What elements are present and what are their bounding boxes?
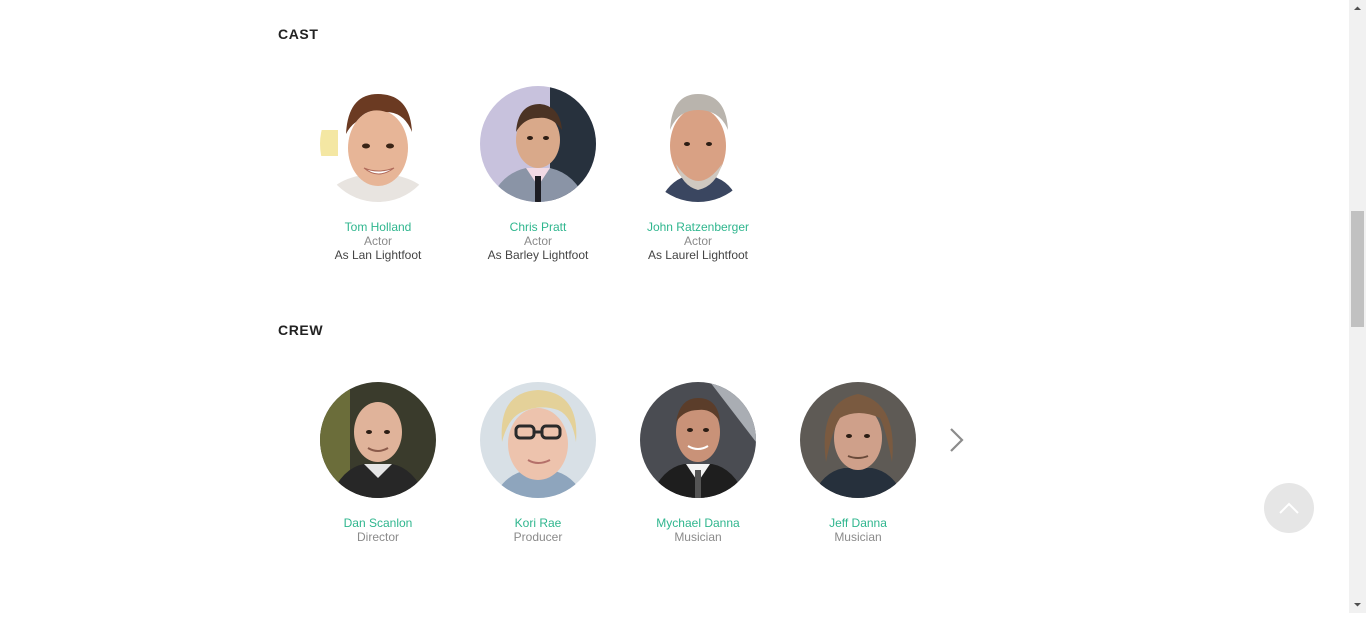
crew-member-mychael-danna[interactable]: Mychael Danna Musician — [618, 382, 778, 544]
chevron-up-icon — [1279, 502, 1299, 514]
person-role: Actor — [363, 234, 392, 248]
crew-section-title: CREW — [278, 322, 324, 338]
crew-member-kori-rae[interactable]: Kori Rae Producer — [458, 382, 618, 544]
person-name[interactable]: John Ratzenberger — [647, 220, 749, 234]
person-role: Musician — [834, 530, 882, 544]
avatar-dan-scanlon[interactable] — [320, 382, 436, 498]
person-role: Producer — [513, 530, 563, 544]
person-name[interactable]: Chris Pratt — [510, 220, 567, 234]
scroll-down-icon[interactable] — [1349, 596, 1366, 613]
person-role: Musician — [674, 530, 722, 544]
avatar-john-ratzenberger[interactable] — [640, 86, 756, 202]
crew-next-button[interactable] — [944, 424, 968, 456]
movie-people-page: CAST Tom Holland Actor As Lan Lightfoot — [0, 0, 1349, 613]
cast-member-chris-pratt[interactable]: Chris Pratt Actor As Barley Lightfoot — [458, 86, 618, 262]
person-name[interactable]: Mychael Danna — [656, 516, 739, 530]
person-character: As Barley Lightfoot — [487, 248, 589, 262]
chevron-right-icon — [950, 428, 964, 452]
page-scrollbar[interactable] — [1349, 0, 1366, 613]
cast-member-john-ratzenberger[interactable]: John Ratzenberger Actor As Laurel Lightf… — [618, 86, 778, 262]
cast-member-tom-holland[interactable]: Tom Holland Actor As Lan Lightfoot — [298, 86, 458, 262]
crew-member-dan-scanlon[interactable]: Dan Scanlon Director — [298, 382, 458, 544]
person-character: As Laurel Lightfoot — [647, 248, 749, 262]
crew-list: Dan Scanlon Director Kori Rae Producer M… — [298, 382, 938, 544]
person-role: Actor — [523, 234, 552, 248]
person-role: Director — [356, 530, 399, 544]
avatar-kori-rae[interactable] — [480, 382, 596, 498]
avatar-jeff-danna[interactable] — [800, 382, 916, 498]
scroll-up-icon[interactable] — [1349, 0, 1366, 17]
person-name[interactable]: Dan Scanlon — [344, 516, 413, 530]
person-name[interactable]: Kori Rae — [515, 516, 562, 530]
person-name[interactable]: Jeff Danna — [829, 516, 887, 530]
person-character: As Lan Lightfoot — [334, 248, 422, 262]
avatar-mychael-danna[interactable] — [640, 382, 756, 498]
avatar-tom-holland[interactable] — [320, 86, 436, 202]
person-name[interactable]: Tom Holland — [345, 220, 412, 234]
cast-section-title: CAST — [278, 26, 319, 42]
avatar-chris-pratt[interactable] — [480, 86, 596, 202]
back-to-top-button[interactable] — [1264, 483, 1314, 533]
scrollbar-thumb[interactable] — [1351, 211, 1364, 327]
crew-member-jeff-danna[interactable]: Jeff Danna Musician — [778, 382, 938, 544]
cast-list: Tom Holland Actor As Lan Lightfoot Chris — [298, 86, 778, 262]
person-role: Actor — [683, 234, 712, 248]
